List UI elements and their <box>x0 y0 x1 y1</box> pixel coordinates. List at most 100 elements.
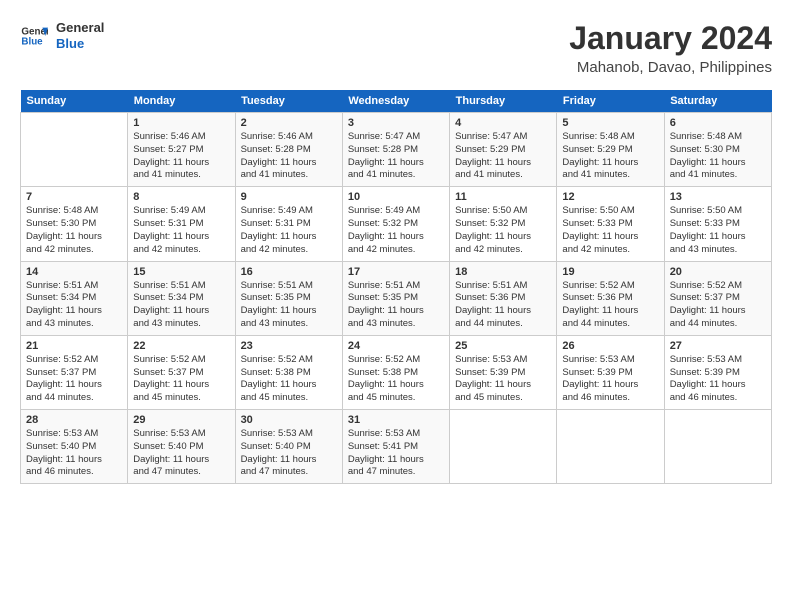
calendar-header-row: SundayMondayTuesdayWednesdayThursdayFrid… <box>21 90 772 113</box>
header-cell-friday: Friday <box>557 90 664 113</box>
calendar-cell: 19 Sunrise: 5:52 AM Sunset: 5:36 PM Dayli… <box>557 261 664 335</box>
day-number: 24 <box>348 340 444 352</box>
day-number: 28 <box>26 414 122 426</box>
calendar-cell: 29Sunrise: 5:53 AM Sunset: 5:40 PM Dayli… <box>128 410 235 484</box>
header-cell-thursday: Thursday <box>450 90 557 113</box>
day-number: 18 <box>455 266 551 278</box>
day-info: Sunrise: 5:53 AM Sunset: 5:39 PM Dayligh… <box>562 354 658 405</box>
calendar-cell: 5 Sunrise: 5:48 AM Sunset: 5:29 PM Daylig… <box>557 113 664 187</box>
calendar-week-3: 14Sunrise: 5:51 AM Sunset: 5:34 PM Dayli… <box>21 261 772 335</box>
day-info: Sunrise: 5:52 AM Sunset: 5:38 PM Dayligh… <box>241 354 337 405</box>
day-info: Sunrise: 5:48 AM Sunset: 5:30 PM Dayligh… <box>670 131 766 182</box>
day-number: 26 <box>562 340 658 352</box>
calendar-body: 1 Sunrise: 5:46 AM Sunset: 5:27 PM Daylig… <box>21 113 772 484</box>
calendar-cell <box>450 410 557 484</box>
day-info: Sunrise: 5:51 AM Sunset: 5:34 PM Dayligh… <box>26 280 122 331</box>
day-number: 13 <box>670 191 766 203</box>
calendar-cell: 27 Sunrise: 5:53 AM Sunset: 5:39 PM Dayli… <box>664 335 771 409</box>
day-info: Sunrise: 5:50 AM Sunset: 5:33 PM Dayligh… <box>562 205 658 256</box>
logo-icon: General Blue <box>20 22 48 50</box>
header-cell-saturday: Saturday <box>664 90 771 113</box>
day-number: 4 <box>455 117 551 129</box>
calendar-cell: 11 Sunrise: 5:50 AM Sunset: 5:32 PM Dayli… <box>450 187 557 261</box>
calendar-cell: 12 Sunrise: 5:50 AM Sunset: 5:33 PM Dayli… <box>557 187 664 261</box>
calendar-cell: 2 Sunrise: 5:46 AM Sunset: 5:28 PM Daylig… <box>235 113 342 187</box>
calendar-cell: 15Sunrise: 5:51 AM Sunset: 5:34 PM Dayli… <box>128 261 235 335</box>
day-number: 10 <box>348 191 444 203</box>
calendar-cell: 22 Sunrise: 5:52 AM Sunset: 5:37 PM Dayli… <box>128 335 235 409</box>
header: General Blue General Blue January 2024 M… <box>20 20 772 76</box>
day-number: 9 <box>241 191 337 203</box>
day-number: 2 <box>241 117 337 129</box>
calendar-week-1: 1 Sunrise: 5:46 AM Sunset: 5:27 PM Daylig… <box>21 113 772 187</box>
calendar-cell <box>21 113 128 187</box>
day-number: 11 <box>455 191 551 203</box>
svg-text:Blue: Blue <box>21 36 43 47</box>
day-number: 5 <box>562 117 658 129</box>
day-info: Sunrise: 5:47 AM Sunset: 5:28 PM Dayligh… <box>348 131 444 182</box>
day-number: 30 <box>241 414 337 426</box>
day-info: Sunrise: 5:51 AM Sunset: 5:35 PM Dayligh… <box>241 280 337 331</box>
day-number: 12 <box>562 191 658 203</box>
calendar-cell: 18Sunrise: 5:51 AM Sunset: 5:36 PM Dayli… <box>450 261 557 335</box>
day-info: Sunrise: 5:53 AM Sunset: 5:39 PM Dayligh… <box>670 354 766 405</box>
logo-blue: Blue <box>56 36 104 52</box>
day-number: 15 <box>133 266 229 278</box>
calendar-cell: 28 Sunrise: 5:53 AM Sunset: 5:40 PM Dayli… <box>21 410 128 484</box>
logo: General Blue General Blue <box>20 20 104 51</box>
calendar-cell: 9 Sunrise: 5:49 AM Sunset: 5:31 PM Daylig… <box>235 187 342 261</box>
calendar-cell: 16 Sunrise: 5:51 AM Sunset: 5:35 PM Dayli… <box>235 261 342 335</box>
day-info: Sunrise: 5:51 AM Sunset: 5:35 PM Dayligh… <box>348 280 444 331</box>
day-info: Sunrise: 5:52 AM Sunset: 5:38 PM Dayligh… <box>348 354 444 405</box>
day-info: Sunrise: 5:50 AM Sunset: 5:33 PM Dayligh… <box>670 205 766 256</box>
calendar-cell: 26 Sunrise: 5:53 AM Sunset: 5:39 PM Dayli… <box>557 335 664 409</box>
calendar-cell: 25Sunrise: 5:53 AM Sunset: 5:39 PM Dayli… <box>450 335 557 409</box>
day-info: Sunrise: 5:52 AM Sunset: 5:36 PM Dayligh… <box>562 280 658 331</box>
day-number: 7 <box>26 191 122 203</box>
day-number: 17 <box>348 266 444 278</box>
calendar-cell: 13 Sunrise: 5:50 AM Sunset: 5:33 PM Dayli… <box>664 187 771 261</box>
day-number: 1 <box>133 117 229 129</box>
calendar-cell: 1 Sunrise: 5:46 AM Sunset: 5:27 PM Daylig… <box>128 113 235 187</box>
calendar-cell: 21 Sunrise: 5:52 AM Sunset: 5:37 PM Dayli… <box>21 335 128 409</box>
day-info: Sunrise: 5:53 AM Sunset: 5:40 PM Dayligh… <box>241 428 337 479</box>
month-title: January 2024 <box>569 20 772 57</box>
day-info: Sunrise: 5:53 AM Sunset: 5:41 PM Dayligh… <box>348 428 444 479</box>
day-number: 23 <box>241 340 337 352</box>
day-info: Sunrise: 5:49 AM Sunset: 5:31 PM Dayligh… <box>241 205 337 256</box>
calendar-cell: 17 Sunrise: 5:51 AM Sunset: 5:35 PM Dayli… <box>342 261 449 335</box>
calendar-cell <box>664 410 771 484</box>
calendar-cell: 24 Sunrise: 5:52 AM Sunset: 5:38 PM Dayli… <box>342 335 449 409</box>
day-number: 16 <box>241 266 337 278</box>
day-info: Sunrise: 5:46 AM Sunset: 5:27 PM Dayligh… <box>133 131 229 182</box>
day-number: 31 <box>348 414 444 426</box>
day-number: 19 <box>562 266 658 278</box>
header-cell-sunday: Sunday <box>21 90 128 113</box>
day-number: 20 <box>670 266 766 278</box>
day-info: Sunrise: 5:48 AM Sunset: 5:29 PM Dayligh… <box>562 131 658 182</box>
calendar-table: SundayMondayTuesdayWednesdayThursdayFrid… <box>20 90 772 484</box>
title-block: January 2024 Mahanob, Davao, Philippines <box>569 20 772 76</box>
calendar-cell: 8Sunrise: 5:49 AM Sunset: 5:31 PM Daylig… <box>128 187 235 261</box>
day-info: Sunrise: 5:52 AM Sunset: 5:37 PM Dayligh… <box>133 354 229 405</box>
calendar-week-5: 28 Sunrise: 5:53 AM Sunset: 5:40 PM Dayli… <box>21 410 772 484</box>
day-number: 6 <box>670 117 766 129</box>
day-number: 27 <box>670 340 766 352</box>
day-number: 3 <box>348 117 444 129</box>
day-info: Sunrise: 5:53 AM Sunset: 5:40 PM Dayligh… <box>26 428 122 479</box>
logo-general: General <box>56 20 104 36</box>
day-number: 22 <box>133 340 229 352</box>
calendar-cell: 4 Sunrise: 5:47 AM Sunset: 5:29 PM Daylig… <box>450 113 557 187</box>
day-info: Sunrise: 5:47 AM Sunset: 5:29 PM Dayligh… <box>455 131 551 182</box>
calendar-cell <box>557 410 664 484</box>
day-number: 21 <box>26 340 122 352</box>
calendar-cell: 7Sunrise: 5:48 AM Sunset: 5:30 PM Daylig… <box>21 187 128 261</box>
day-info: Sunrise: 5:50 AM Sunset: 5:32 PM Dayligh… <box>455 205 551 256</box>
day-number: 25 <box>455 340 551 352</box>
calendar-cell: 20Sunrise: 5:52 AM Sunset: 5:37 PM Dayli… <box>664 261 771 335</box>
location: Mahanob, Davao, Philippines <box>569 59 772 76</box>
calendar-cell: 30 Sunrise: 5:53 AM Sunset: 5:40 PM Dayli… <box>235 410 342 484</box>
header-cell-tuesday: Tuesday <box>235 90 342 113</box>
day-info: Sunrise: 5:46 AM Sunset: 5:28 PM Dayligh… <box>241 131 337 182</box>
day-info: Sunrise: 5:52 AM Sunset: 5:37 PM Dayligh… <box>26 354 122 405</box>
